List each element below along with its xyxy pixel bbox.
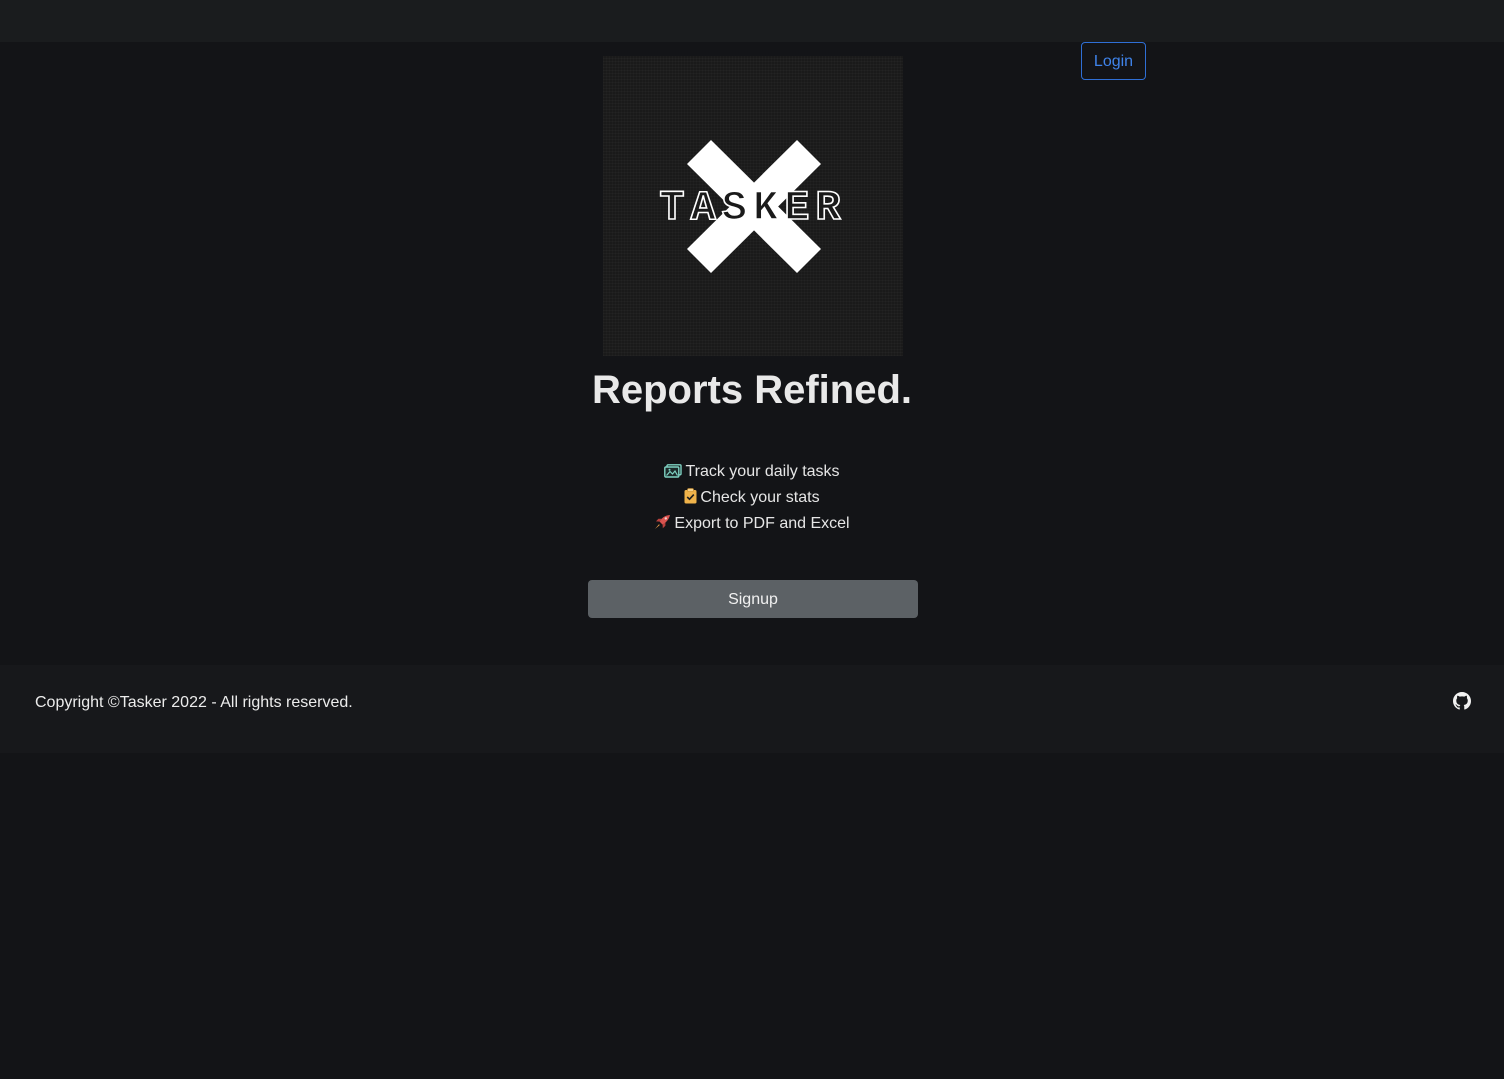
feature-label: Check your stats bbox=[700, 489, 820, 506]
tasker-logo: TASKER bbox=[603, 56, 903, 356]
feature-label: Track your daily tasks bbox=[685, 463, 840, 480]
clipboard-check-icon bbox=[684, 488, 697, 512]
feature-item-stats: Check your stats bbox=[0, 486, 1504, 512]
feature-list: Track your daily tasks Check your stats … bbox=[0, 460, 1504, 538]
feature-item-track: Track your daily tasks bbox=[0, 460, 1504, 486]
github-icon[interactable] bbox=[1453, 692, 1473, 712]
feature-item-export: Export to PDF and Excel bbox=[0, 512, 1504, 538]
logo-wordmark: TASKER bbox=[659, 184, 846, 232]
feature-label: Export to PDF and Excel bbox=[674, 515, 850, 532]
image-icon bbox=[664, 462, 683, 486]
signup-button[interactable]: Signup bbox=[588, 580, 918, 618]
copyright-text: Copyright ©Tasker 2022 - All rights rese… bbox=[35, 694, 353, 711]
tasker-logo-graphic: TASKER bbox=[659, 140, 846, 273]
footer: Copyright ©Tasker 2022 - All rights rese… bbox=[0, 665, 1504, 753]
rocket-icon bbox=[654, 514, 671, 538]
top-navbar bbox=[0, 0, 1504, 42]
page-title: Reports Refined. bbox=[591, 368, 913, 412]
login-button[interactable]: Login bbox=[1081, 42, 1146, 80]
